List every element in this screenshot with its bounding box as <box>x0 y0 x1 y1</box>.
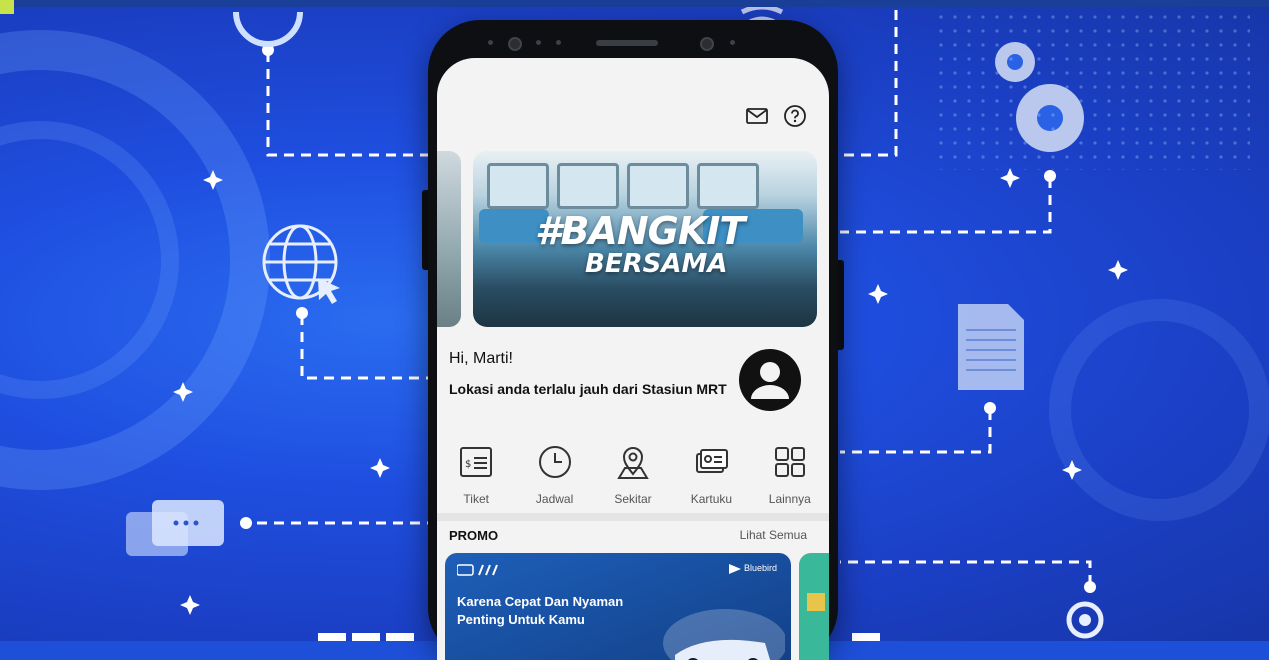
promo-card-next[interactable] <box>799 553 829 660</box>
app-screen: #BANGKIT BERSAMA Hi, Marti! Lokasi anda … <box>437 58 829 660</box>
menu-label: Lainnya <box>768 492 811 506</box>
promo-brand: Bluebird <box>729 563 777 574</box>
svg-text:$: $ <box>465 459 471 470</box>
grid-icon <box>770 442 810 482</box>
promo-see-all-link[interactable]: Lihat Semua <box>740 528 807 542</box>
front-camera <box>700 37 714 51</box>
ticket-icon: $ <box>456 442 496 482</box>
sensor-dot <box>730 40 735 45</box>
promo-card[interactable]: Bluebird Karena Cepat Dan Nyaman Penting… <box>445 553 791 660</box>
mail-icon[interactable] <box>745 104 769 128</box>
corner-marker <box>0 0 14 14</box>
menu-item-jadwal[interactable]: Jadwal <box>515 442 593 506</box>
banner-window <box>627 163 689 209</box>
menu-item-tiket[interactable]: $ Tiket <box>437 442 515 506</box>
banner-window <box>557 163 619 209</box>
banner-title: #BANGKIT <box>535 209 745 253</box>
avatar[interactable] <box>739 349 801 411</box>
help-icon[interactable] <box>783 104 807 128</box>
section-divider <box>437 513 829 521</box>
phone-side-button <box>838 260 844 350</box>
document-icon <box>958 304 1024 390</box>
banner-window <box>487 163 549 209</box>
front-camera <box>508 37 522 51</box>
menu-label: Kartuku <box>690 492 733 506</box>
banner-window <box>697 163 759 209</box>
menu-label: Tiket <box>463 492 489 506</box>
phone-mockup: #BANGKIT BERSAMA Hi, Marti! Lokasi anda … <box>422 20 844 660</box>
menu-label: Sekitar <box>614 492 652 506</box>
promo-text: Karena Cepat Dan Nyaman Penting Untuk Ka… <box>457 594 624 627</box>
sensor-dot <box>556 40 561 45</box>
promo-brand-label: Bluebird <box>743 563 777 573</box>
banner-carousel[interactable]: #BANGKIT BERSAMA <box>473 151 817 327</box>
partner-logo <box>456 563 507 579</box>
phone-side-button <box>422 190 428 270</box>
location-message: Lokasi anda terlalu jauh dari Stasiun MR… <box>449 381 727 397</box>
sensor-dot <box>488 40 493 45</box>
banner-subtitle: BERSAMA <box>585 249 728 279</box>
card-icon <box>691 442 731 482</box>
menu-label: Jadwal <box>535 492 574 506</box>
sensor-dot <box>536 40 541 45</box>
greeting: Hi, Marti! <box>449 350 513 367</box>
menu-item-sekitar[interactable]: Sekitar <box>594 442 672 506</box>
chat-icon <box>126 500 224 556</box>
clock-icon <box>535 442 575 482</box>
menu-item-kartuku[interactable]: Kartuku <box>672 442 750 506</box>
header-actions <box>745 104 807 128</box>
map-pin-icon <box>613 442 653 482</box>
taxi-illustration <box>663 609 785 660</box>
top-strip <box>0 0 1269 7</box>
quick-menu: $ Tiket Jadwal Sekitar Kartuku Lainnya <box>437 442 829 506</box>
banner-previous[interactable] <box>437 151 461 327</box>
speaker <box>596 40 658 46</box>
promo-title: PROMO <box>449 528 499 543</box>
menu-item-lainnya[interactable]: Lainnya <box>751 442 829 506</box>
